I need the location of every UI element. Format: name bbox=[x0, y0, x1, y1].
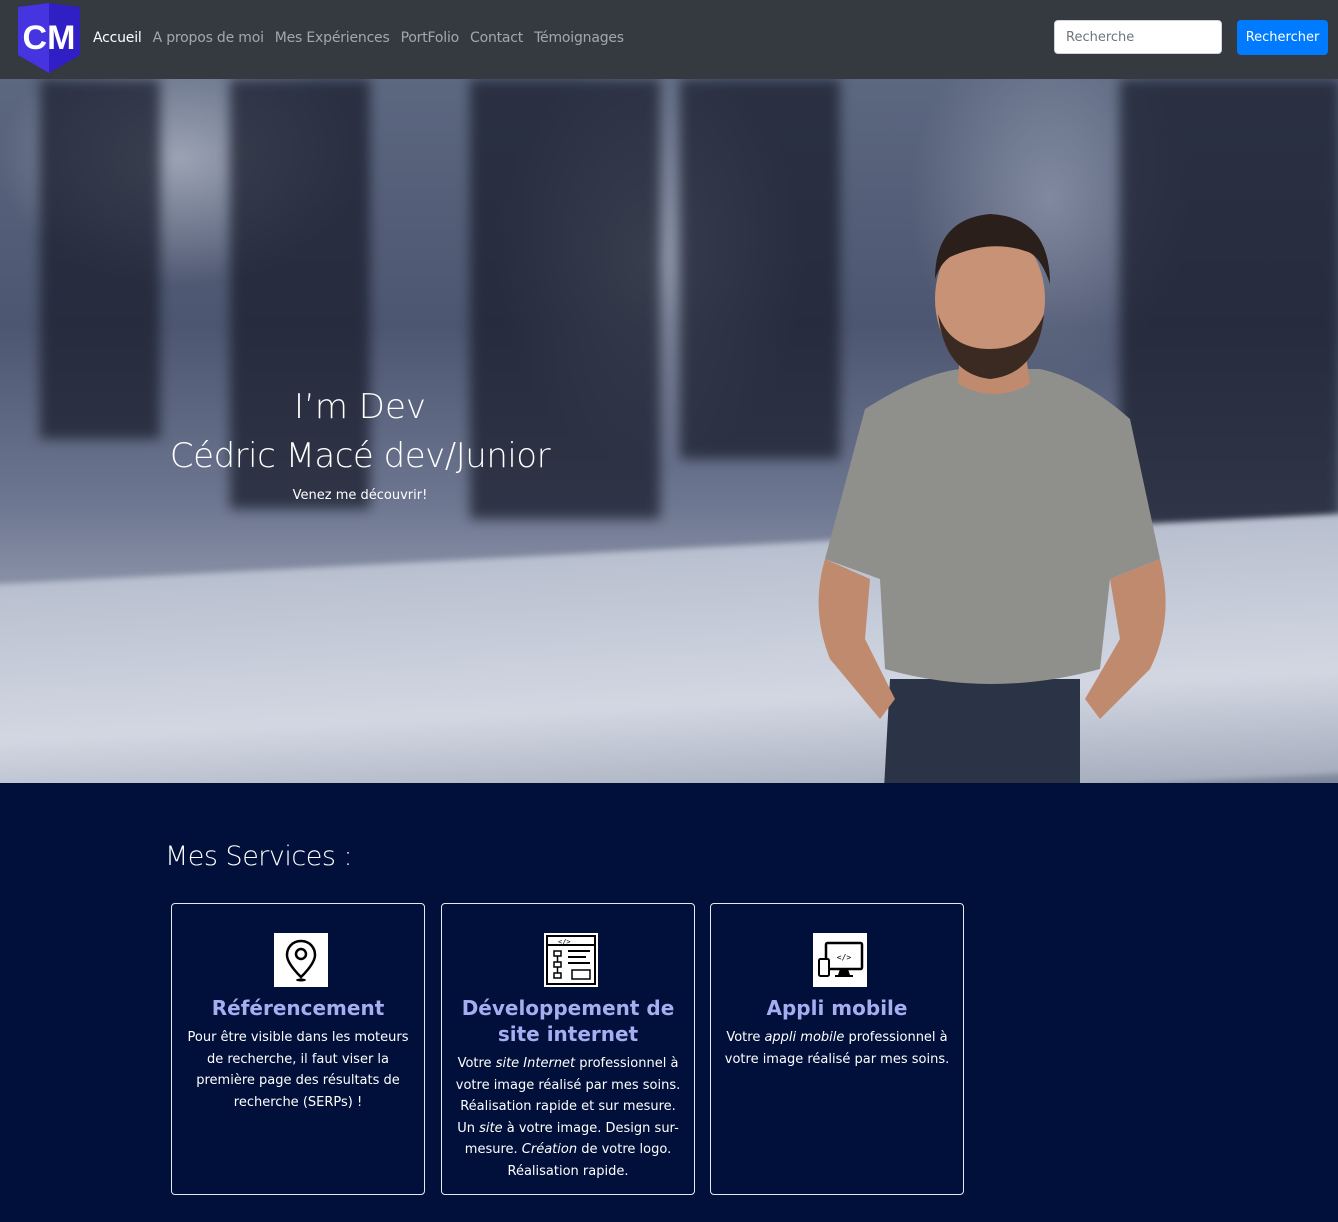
logo-text: CM bbox=[23, 19, 76, 57]
text-emphasis: Création bbox=[521, 1142, 578, 1157]
hero-heading-line1: I’m Dev bbox=[294, 387, 426, 427]
card-title: Développement de site internet bbox=[461, 996, 675, 1046]
svg-text:</>: </> bbox=[837, 953, 852, 962]
services-title: Mes Services : bbox=[165, 841, 353, 872]
service-card-referencement[interactable]: Référencement Pour être visible dans les… bbox=[171, 903, 425, 1195]
nav-link-temoignages[interactable]: Témoignages bbox=[534, 29, 624, 47]
card-text: Votre site Internet professionnel à votr… bbox=[452, 1053, 684, 1182]
nav-link-contact[interactable]: Contact bbox=[470, 29, 523, 47]
map-pin-icon bbox=[274, 933, 328, 987]
navbar: CM Accueil A propos de moi Mes Expériences… bbox=[0, 0, 1338, 79]
portrait-photo bbox=[818, 214, 1166, 783]
hero-heading-line2: Cédric Macé dev/Junior bbox=[169, 436, 551, 476]
card-title: Référencement bbox=[211, 996, 385, 1020]
services-section: Mes Services : Référencement Pour être v… bbox=[0, 783, 1338, 1222]
nav-link-a-propos[interactable]: A propos de moi bbox=[153, 29, 264, 47]
svg-text:</>: </> bbox=[558, 938, 571, 946]
text-part: Votre bbox=[457, 1056, 496, 1071]
mobile-app-icon: </> bbox=[813, 933, 867, 987]
card-text: Pour être visible dans les moteurs de re… bbox=[187, 1030, 409, 1110]
service-card-developpement[interactable]: </> Développement de site internet Votre… bbox=[441, 903, 695, 1195]
web-development-icon: </> bbox=[544, 933, 598, 987]
search-input[interactable] bbox=[1054, 20, 1222, 54]
text-emphasis: appli mobile bbox=[764, 1030, 845, 1045]
text-emphasis: site bbox=[479, 1120, 503, 1136]
search-button[interactable]: Rechercher bbox=[1237, 20, 1328, 55]
card-title: Appli mobile bbox=[766, 996, 908, 1020]
hero-subtitle: Venez me découvrir! bbox=[292, 488, 428, 503]
background-figure bbox=[40, 79, 160, 439]
nav-link-portfolio[interactable]: PortFolio bbox=[401, 29, 460, 47]
text-part: Votre bbox=[726, 1030, 765, 1045]
hero-text: I’m Dev Cédric Macé dev/Junior Venez me … bbox=[160, 384, 560, 503]
text-emphasis: site Internet bbox=[495, 1056, 576, 1071]
nav-link-experiences[interactable]: Mes Expériences bbox=[275, 29, 390, 47]
hero-banner: I’m Dev Cédric Macé dev/Junior Venez me … bbox=[0, 79, 1338, 783]
service-card-appli-mobile[interactable]: </> Appli mobile Votre appli mobile prof… bbox=[710, 903, 964, 1195]
nav-links: Accueil A propos de moi Mes Expériences Por… bbox=[93, 29, 635, 49]
card-text: Votre appli mobile professionnel à votre… bbox=[721, 1027, 953, 1070]
nav-link-accueil[interactable]: Accueil bbox=[93, 29, 142, 47]
cm-logo[interactable]: CM bbox=[15, 3, 83, 73]
